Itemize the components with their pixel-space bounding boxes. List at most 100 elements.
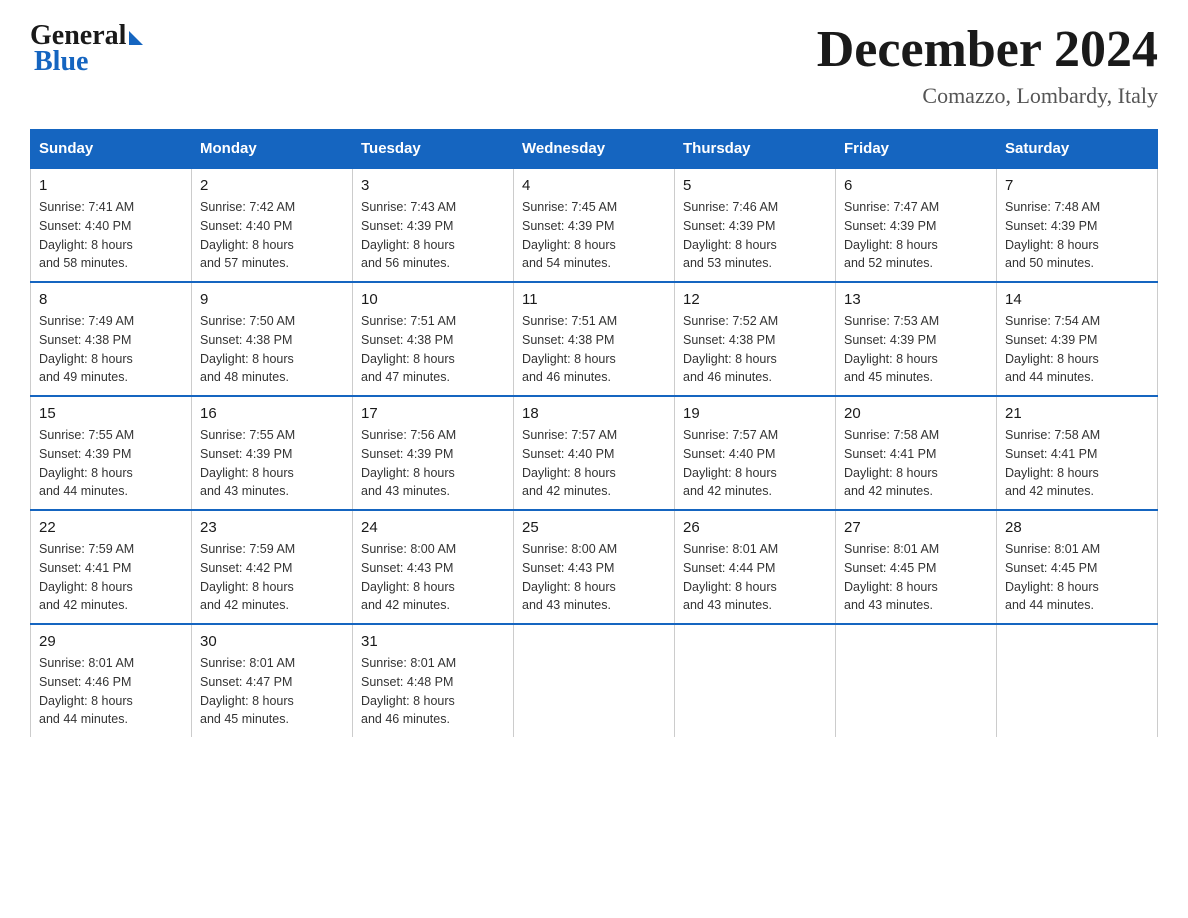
calendar-cell: 16 Sunrise: 7:55 AMSunset: 4:39 PMDaylig… — [192, 396, 353, 510]
day-number: 21 — [1005, 405, 1149, 422]
calendar-cell: 23 Sunrise: 7:59 AMSunset: 4:42 PMDaylig… — [192, 510, 353, 624]
day-info: Sunrise: 7:43 AMSunset: 4:39 PMDaylight:… — [361, 198, 505, 273]
day-info: Sunrise: 8:00 AMSunset: 4:43 PMDaylight:… — [361, 540, 505, 615]
day-number: 5 — [683, 177, 827, 194]
calendar-cell: 31 Sunrise: 8:01 AMSunset: 4:48 PMDaylig… — [353, 624, 514, 737]
day-info: Sunrise: 7:48 AMSunset: 4:39 PMDaylight:… — [1005, 198, 1149, 273]
calendar-cell — [997, 624, 1158, 737]
calendar-cell: 19 Sunrise: 7:57 AMSunset: 4:40 PMDaylig… — [675, 396, 836, 510]
calendar-cell: 28 Sunrise: 8:01 AMSunset: 4:45 PMDaylig… — [997, 510, 1158, 624]
calendar-cell: 8 Sunrise: 7:49 AMSunset: 4:38 PMDayligh… — [31, 282, 192, 396]
calendar-cell: 24 Sunrise: 8:00 AMSunset: 4:43 PMDaylig… — [353, 510, 514, 624]
day-number: 7 — [1005, 177, 1149, 194]
day-info: Sunrise: 7:53 AMSunset: 4:39 PMDaylight:… — [844, 312, 988, 387]
calendar-cell: 9 Sunrise: 7:50 AMSunset: 4:38 PMDayligh… — [192, 282, 353, 396]
logo: General Blue — [30, 20, 143, 78]
day-number: 11 — [522, 291, 666, 308]
calendar-cell: 12 Sunrise: 7:52 AMSunset: 4:38 PMDaylig… — [675, 282, 836, 396]
calendar-cell: 6 Sunrise: 7:47 AMSunset: 4:39 PMDayligh… — [836, 168, 997, 282]
day-info: Sunrise: 8:01 AMSunset: 4:48 PMDaylight:… — [361, 654, 505, 729]
title-block: December 2024 Comazzo, Lombardy, Italy — [817, 20, 1158, 109]
day-info: Sunrise: 8:01 AMSunset: 4:47 PMDaylight:… — [200, 654, 344, 729]
day-number: 16 — [200, 405, 344, 422]
day-number: 14 — [1005, 291, 1149, 308]
day-info: Sunrise: 8:00 AMSunset: 4:43 PMDaylight:… — [522, 540, 666, 615]
calendar-cell: 15 Sunrise: 7:55 AMSunset: 4:39 PMDaylig… — [31, 396, 192, 510]
day-number: 23 — [200, 519, 344, 536]
calendar-header-sunday: Sunday — [31, 130, 192, 169]
day-info: Sunrise: 7:51 AMSunset: 4:38 PMDaylight:… — [522, 312, 666, 387]
day-number: 30 — [200, 633, 344, 650]
calendar-cell: 3 Sunrise: 7:43 AMSunset: 4:39 PMDayligh… — [353, 168, 514, 282]
calendar-week-row-4: 22 Sunrise: 7:59 AMSunset: 4:41 PMDaylig… — [31, 510, 1158, 624]
calendar-cell: 10 Sunrise: 7:51 AMSunset: 4:38 PMDaylig… — [353, 282, 514, 396]
calendar-cell — [836, 624, 997, 737]
calendar-table: SundayMondayTuesdayWednesdayThursdayFrid… — [30, 129, 1158, 737]
day-info: Sunrise: 8:01 AMSunset: 4:44 PMDaylight:… — [683, 540, 827, 615]
page-header: General Blue December 2024 Comazzo, Lomb… — [30, 20, 1158, 109]
day-number: 17 — [361, 405, 505, 422]
calendar-week-row-5: 29 Sunrise: 8:01 AMSunset: 4:46 PMDaylig… — [31, 624, 1158, 737]
day-number: 24 — [361, 519, 505, 536]
calendar-cell: 14 Sunrise: 7:54 AMSunset: 4:39 PMDaylig… — [997, 282, 1158, 396]
day-info: Sunrise: 7:59 AMSunset: 4:42 PMDaylight:… — [200, 540, 344, 615]
calendar-header-row: SundayMondayTuesdayWednesdayThursdayFrid… — [31, 130, 1158, 169]
day-number: 28 — [1005, 519, 1149, 536]
calendar-cell — [514, 624, 675, 737]
calendar-cell: 25 Sunrise: 8:00 AMSunset: 4:43 PMDaylig… — [514, 510, 675, 624]
calendar-cell: 13 Sunrise: 7:53 AMSunset: 4:39 PMDaylig… — [836, 282, 997, 396]
calendar-week-row-1: 1 Sunrise: 7:41 AMSunset: 4:40 PMDayligh… — [31, 168, 1158, 282]
calendar-cell: 30 Sunrise: 8:01 AMSunset: 4:47 PMDaylig… — [192, 624, 353, 737]
calendar-header-friday: Friday — [836, 130, 997, 169]
calendar-header-wednesday: Wednesday — [514, 130, 675, 169]
logo-blue-text: Blue — [30, 46, 88, 78]
calendar-week-row-2: 8 Sunrise: 7:49 AMSunset: 4:38 PMDayligh… — [31, 282, 1158, 396]
day-number: 1 — [39, 177, 183, 194]
day-number: 19 — [683, 405, 827, 422]
calendar-cell: 7 Sunrise: 7:48 AMSunset: 4:39 PMDayligh… — [997, 168, 1158, 282]
calendar-header-thursday: Thursday — [675, 130, 836, 169]
calendar-cell: 29 Sunrise: 8:01 AMSunset: 4:46 PMDaylig… — [31, 624, 192, 737]
day-info: Sunrise: 7:42 AMSunset: 4:40 PMDaylight:… — [200, 198, 344, 273]
location-subtitle: Comazzo, Lombardy, Italy — [817, 83, 1158, 109]
day-number: 8 — [39, 291, 183, 308]
day-info: Sunrise: 7:56 AMSunset: 4:39 PMDaylight:… — [361, 426, 505, 501]
calendar-cell: 27 Sunrise: 8:01 AMSunset: 4:45 PMDaylig… — [836, 510, 997, 624]
day-info: Sunrise: 8:01 AMSunset: 4:46 PMDaylight:… — [39, 654, 183, 729]
calendar-cell: 4 Sunrise: 7:45 AMSunset: 4:39 PMDayligh… — [514, 168, 675, 282]
day-number: 9 — [200, 291, 344, 308]
calendar-cell: 1 Sunrise: 7:41 AMSunset: 4:40 PMDayligh… — [31, 168, 192, 282]
day-info: Sunrise: 7:52 AMSunset: 4:38 PMDaylight:… — [683, 312, 827, 387]
day-info: Sunrise: 7:59 AMSunset: 4:41 PMDaylight:… — [39, 540, 183, 615]
day-number: 25 — [522, 519, 666, 536]
day-info: Sunrise: 7:47 AMSunset: 4:39 PMDaylight:… — [844, 198, 988, 273]
calendar-cell: 21 Sunrise: 7:58 AMSunset: 4:41 PMDaylig… — [997, 396, 1158, 510]
calendar-header-saturday: Saturday — [997, 130, 1158, 169]
day-info: Sunrise: 7:50 AMSunset: 4:38 PMDaylight:… — [200, 312, 344, 387]
day-info: Sunrise: 7:58 AMSunset: 4:41 PMDaylight:… — [844, 426, 988, 501]
day-number: 2 — [200, 177, 344, 194]
day-info: Sunrise: 7:46 AMSunset: 4:39 PMDaylight:… — [683, 198, 827, 273]
calendar-header-monday: Monday — [192, 130, 353, 169]
day-info: Sunrise: 7:55 AMSunset: 4:39 PMDaylight:… — [200, 426, 344, 501]
calendar-cell: 18 Sunrise: 7:57 AMSunset: 4:40 PMDaylig… — [514, 396, 675, 510]
day-info: Sunrise: 7:41 AMSunset: 4:40 PMDaylight:… — [39, 198, 183, 273]
day-number: 4 — [522, 177, 666, 194]
day-number: 18 — [522, 405, 666, 422]
calendar-cell: 5 Sunrise: 7:46 AMSunset: 4:39 PMDayligh… — [675, 168, 836, 282]
day-info: Sunrise: 7:55 AMSunset: 4:39 PMDaylight:… — [39, 426, 183, 501]
month-title: December 2024 — [817, 20, 1158, 79]
day-number: 29 — [39, 633, 183, 650]
day-number: 10 — [361, 291, 505, 308]
day-number: 6 — [844, 177, 988, 194]
day-info: Sunrise: 8:01 AMSunset: 4:45 PMDaylight:… — [844, 540, 988, 615]
calendar-cell: 20 Sunrise: 7:58 AMSunset: 4:41 PMDaylig… — [836, 396, 997, 510]
day-info: Sunrise: 7:49 AMSunset: 4:38 PMDaylight:… — [39, 312, 183, 387]
calendar-cell: 22 Sunrise: 7:59 AMSunset: 4:41 PMDaylig… — [31, 510, 192, 624]
calendar-cell — [675, 624, 836, 737]
day-info: Sunrise: 7:54 AMSunset: 4:39 PMDaylight:… — [1005, 312, 1149, 387]
day-info: Sunrise: 7:58 AMSunset: 4:41 PMDaylight:… — [1005, 426, 1149, 501]
day-number: 26 — [683, 519, 827, 536]
calendar-week-row-3: 15 Sunrise: 7:55 AMSunset: 4:39 PMDaylig… — [31, 396, 1158, 510]
calendar-cell: 11 Sunrise: 7:51 AMSunset: 4:38 PMDaylig… — [514, 282, 675, 396]
